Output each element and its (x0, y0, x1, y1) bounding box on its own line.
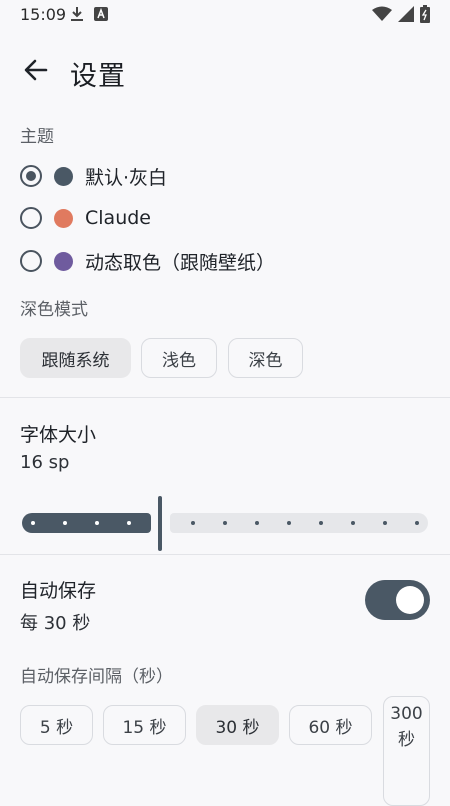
slider-tick (31, 521, 35, 525)
status-system-icons (372, 5, 430, 23)
theme-option-label: Claude (85, 207, 151, 229)
slider-tick (223, 521, 227, 525)
autosave-interval-label: 自动保存间隔（秒） (20, 667, 173, 687)
slider-track-inactive (170, 513, 428, 533)
theme-option-label: 动态取色（跟随壁纸） (85, 251, 276, 274)
status-notification-icons (70, 6, 108, 22)
slider-tick (287, 521, 291, 525)
interval-chip-30[interactable]: 30 秒 (196, 705, 279, 745)
slider-tick (319, 521, 323, 525)
autosave-value: 每 30 秒 (20, 613, 91, 634)
toggle-knob (396, 586, 424, 614)
page-title: 设置 (70, 61, 126, 92)
back-button[interactable] (22, 56, 50, 84)
radio-selected[interactable] (20, 165, 42, 187)
theme-section-label: 主题 (20, 127, 54, 147)
font-size-slider[interactable] (0, 490, 450, 555)
app-notification-icon (94, 7, 108, 21)
wifi-icon (372, 6, 392, 21)
slider-tick (383, 521, 387, 525)
slider-tick (63, 521, 67, 525)
status-time: 15:09 (20, 5, 67, 24)
font-size-value: 16 sp (20, 452, 70, 473)
slider-tick (95, 521, 99, 525)
theme-option-claude[interactable]: Claude (20, 200, 151, 236)
theme-option-default[interactable]: 默认·灰白 (20, 158, 167, 194)
interval-chip-300[interactable]: 300 秒 (383, 696, 430, 806)
theme-option-label: 默认·灰白 (85, 166, 168, 189)
dark-mode-section-label: 深色模式 (20, 300, 88, 320)
slider-tick (127, 521, 131, 525)
slider-tick (415, 521, 419, 525)
autosave-toggle[interactable] (365, 580, 430, 620)
font-size-label: 字体大小 (20, 424, 97, 446)
radio-unselected[interactable] (20, 250, 42, 272)
color-swatch (54, 166, 73, 186)
divider (0, 397, 450, 398)
radio-unselected[interactable] (20, 207, 42, 229)
theme-option-dynamic[interactable]: 动态取色（跟随壁纸） (20, 243, 275, 279)
slider-track-active (22, 513, 151, 533)
arrow-back-icon (24, 59, 48, 81)
cell-signal-icon (398, 6, 414, 22)
dark-mode-chip-dark[interactable]: 深色 (228, 338, 303, 378)
interval-chip-60[interactable]: 60 秒 (289, 705, 372, 745)
slider-thumb[interactable] (158, 496, 162, 551)
download-icon (71, 7, 83, 21)
interval-chip-15[interactable]: 15 秒 (103, 705, 186, 745)
autosave-label: 自动保存 (20, 580, 97, 602)
slider-tick (351, 521, 355, 525)
divider (0, 554, 450, 555)
color-swatch (54, 251, 73, 271)
color-swatch (54, 208, 73, 228)
interval-chip-5[interactable]: 5 秒 (20, 705, 93, 745)
dark-mode-chip-system[interactable]: 跟随系统 (20, 338, 131, 378)
slider-tick (191, 521, 195, 525)
slider-tick (255, 521, 259, 525)
battery-icon (420, 5, 430, 23)
dark-mode-chip-light[interactable]: 浅色 (141, 338, 217, 378)
